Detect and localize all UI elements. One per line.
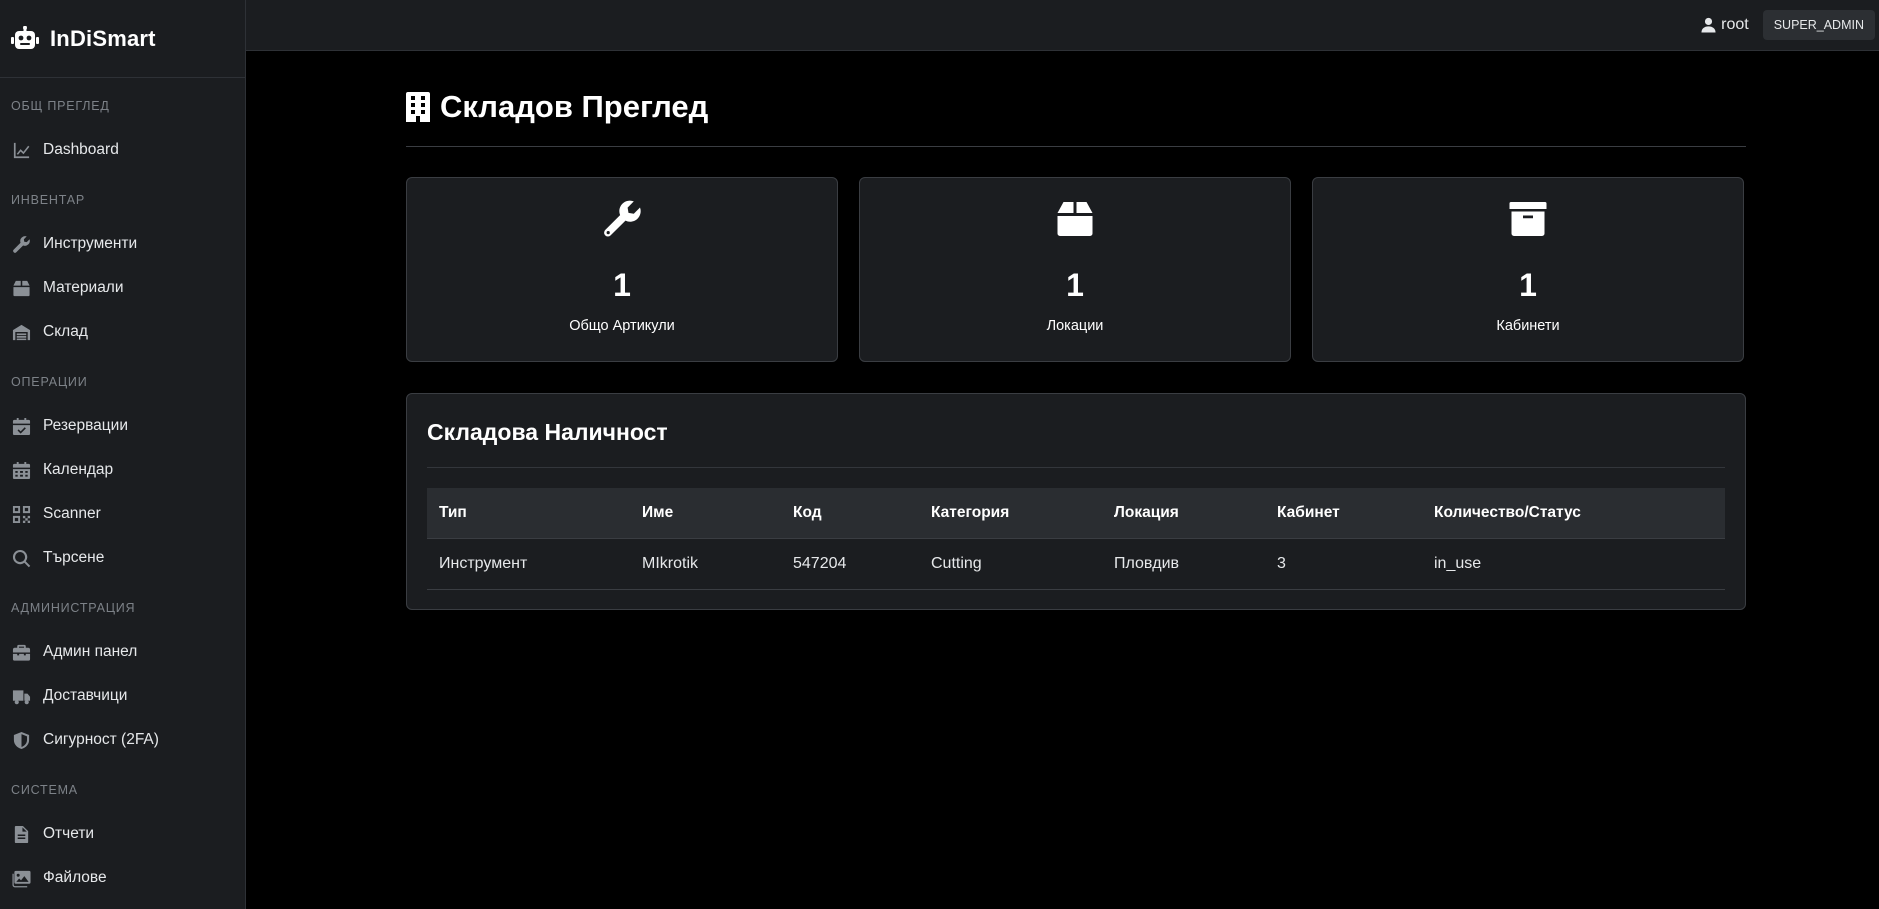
inventory-card: Складова Наличност Тип Име Код Категория… bbox=[406, 393, 1746, 610]
app-root: InDiSmart ОБЩ ПРЕГЛЕД Dashboard ИНВЕНТАР… bbox=[0, 0, 1879, 909]
box-icon bbox=[1055, 199, 1095, 239]
cell-quantity-status: in_use bbox=[1422, 538, 1725, 590]
column-header-cabinet[interactable]: Кабинет bbox=[1265, 488, 1422, 539]
sidebar-item-label: Файлове bbox=[43, 869, 107, 886]
cell-name: MIkrotik bbox=[630, 538, 781, 590]
sidebar-item-materials[interactable]: Материали bbox=[0, 266, 245, 310]
column-header-quantity-status[interactable]: Количество/Статус bbox=[1422, 488, 1725, 539]
role-badge: SUPER_ADMIN bbox=[1762, 10, 1875, 40]
sidebar-item-label: Инструменти bbox=[43, 235, 138, 252]
sidebar-item-tools[interactable]: Инструменти bbox=[0, 222, 245, 266]
cell-cabinet: 3 bbox=[1265, 538, 1422, 590]
stats-row: 1 Общо Артикули 1 Локации 1 Кабинети bbox=[406, 177, 1746, 362]
app-name: InDiSmart bbox=[50, 25, 156, 51]
nav-section-title: АДМИНИСТРАЦИЯ bbox=[11, 601, 136, 615]
brand[interactable]: InDiSmart bbox=[0, 0, 245, 78]
user-icon bbox=[1701, 17, 1716, 33]
nav-section-overview: ОБЩ ПРЕГЛЕД Dashboard bbox=[0, 78, 245, 172]
cell-code: 547204 bbox=[781, 538, 919, 590]
sidebar-item-warehouse[interactable]: Склад bbox=[0, 310, 245, 354]
nav-section-administration: АДМИНИСТРАЦИЯ Админ панел Доставчици Сиг… bbox=[0, 580, 245, 762]
sidebar-item-label: Доставчици bbox=[43, 687, 128, 704]
stat-label: Общо Артикули bbox=[569, 318, 675, 334]
stat-value: 1 bbox=[1519, 267, 1537, 303]
table-row[interactable]: Инструмент MIkrotik 547204 Cutting Пловд… bbox=[427, 538, 1725, 590]
sidebar-item-calendar[interactable]: Календар bbox=[0, 448, 245, 492]
user-menu[interactable]: root bbox=[1701, 16, 1749, 34]
nav-section-title: СИСТЕМА bbox=[11, 783, 78, 797]
calendar-check-icon bbox=[11, 416, 31, 436]
truck-icon bbox=[11, 686, 31, 706]
column-header-name[interactable]: Име bbox=[630, 488, 781, 539]
cell-category: Cutting bbox=[919, 538, 1102, 590]
nav-section-system: СИСТЕМА Отчети Файлове bbox=[0, 762, 245, 900]
archive-icon bbox=[1508, 199, 1548, 239]
table-header-row: Тип Име Код Категория Локация Кабинет Ко… bbox=[427, 488, 1725, 539]
stat-value: 1 bbox=[1066, 267, 1084, 303]
column-header-category[interactable]: Категория bbox=[919, 488, 1102, 539]
nav-section-inventory: ИНВЕНТАР Инструменти Материали Склад bbox=[0, 172, 245, 354]
sidebar-item-label: Отчети bbox=[43, 825, 95, 842]
calendar-icon bbox=[11, 460, 31, 480]
sidebar-item-label: Dashboard bbox=[43, 141, 119, 158]
sidebar-item-label: Резервации bbox=[43, 417, 128, 434]
nav-section-title: ОПЕРАЦИИ bbox=[11, 375, 88, 389]
sidebar-item-label: Админ панел bbox=[43, 643, 138, 660]
stat-label: Кабинети bbox=[1496, 318, 1560, 334]
sidebar-item-dashboard[interactable]: Dashboard bbox=[0, 128, 245, 172]
warehouse-icon bbox=[11, 322, 31, 342]
stat-card-cabinets: 1 Кабинети bbox=[1312, 177, 1744, 362]
sidebar-item-reservations[interactable]: Резервации bbox=[0, 404, 245, 448]
inventory-table: Тип Име Код Категория Локация Кабинет Ко… bbox=[427, 488, 1725, 590]
wrench-icon bbox=[602, 199, 642, 239]
nav-section-title: ОБЩ ПРЕГЛЕД bbox=[11, 99, 110, 113]
robot-icon bbox=[10, 24, 40, 54]
inventory-title: Складова Наличност bbox=[427, 419, 668, 445]
sidebar-item-search[interactable]: Търсене bbox=[0, 536, 245, 580]
sidebar-item-label: Сигурност (2FA) bbox=[43, 731, 159, 748]
qrcode-icon bbox=[11, 504, 31, 524]
images-icon bbox=[11, 868, 31, 888]
page-title: Складов Преглед bbox=[440, 88, 709, 124]
toolbox-icon bbox=[11, 642, 31, 662]
column-header-location[interactable]: Локация bbox=[1102, 488, 1265, 539]
file-icon bbox=[11, 824, 31, 844]
sidebar-item-admin-panel[interactable]: Админ панел bbox=[0, 630, 245, 674]
nav-section-title: ИНВЕНТАР bbox=[11, 193, 86, 207]
wrench-icon bbox=[11, 234, 31, 254]
sidebar-item-label: Календар bbox=[43, 461, 114, 478]
chart-line-icon bbox=[11, 140, 31, 160]
sidebar-item-label: Материали bbox=[43, 279, 124, 296]
sidebar-item-label: Scanner bbox=[43, 505, 101, 522]
inventory-header: Складова Наличност bbox=[427, 394, 1725, 468]
stat-value: 1 bbox=[613, 267, 631, 303]
sidebar-item-label: Склад bbox=[43, 323, 88, 340]
cell-location: Пловдив bbox=[1102, 538, 1265, 590]
sidebar-item-label: Търсене bbox=[43, 549, 105, 566]
column-header-code[interactable]: Код bbox=[781, 488, 919, 539]
sidebar-item-reports[interactable]: Отчети bbox=[0, 812, 245, 856]
main-content: Складов Преглед 1 Общо Артикули 1 Локаци… bbox=[406, 51, 1746, 610]
search-icon bbox=[11, 548, 31, 568]
sidebar: InDiSmart ОБЩ ПРЕГЛЕД Dashboard ИНВЕНТАР… bbox=[0, 0, 246, 909]
nav-section-operations: ОПЕРАЦИИ Резервации Календар Scanner Тър… bbox=[0, 354, 245, 580]
topbar: root SUPER_ADMIN bbox=[246, 0, 1879, 51]
shield-icon bbox=[11, 730, 31, 750]
stat-card-total-items: 1 Общо Артикули bbox=[406, 177, 838, 362]
cell-type: Инструмент bbox=[427, 538, 630, 590]
building-icon bbox=[406, 91, 430, 122]
stat-label: Локации bbox=[1046, 318, 1104, 334]
sidebar-item-suppliers[interactable]: Доставчици bbox=[0, 674, 245, 718]
box-icon bbox=[11, 278, 31, 298]
user-name: root bbox=[1721, 16, 1749, 33]
sidebar-item-scanner[interactable]: Scanner bbox=[0, 492, 245, 536]
sidebar-item-files[interactable]: Файлове bbox=[0, 856, 245, 900]
column-header-type[interactable]: Тип bbox=[427, 488, 630, 539]
stat-card-locations: 1 Локации bbox=[859, 177, 1291, 362]
sidebar-item-security[interactable]: Сигурност (2FA) bbox=[0, 718, 245, 762]
page-header: Складов Преглед bbox=[406, 51, 1746, 147]
